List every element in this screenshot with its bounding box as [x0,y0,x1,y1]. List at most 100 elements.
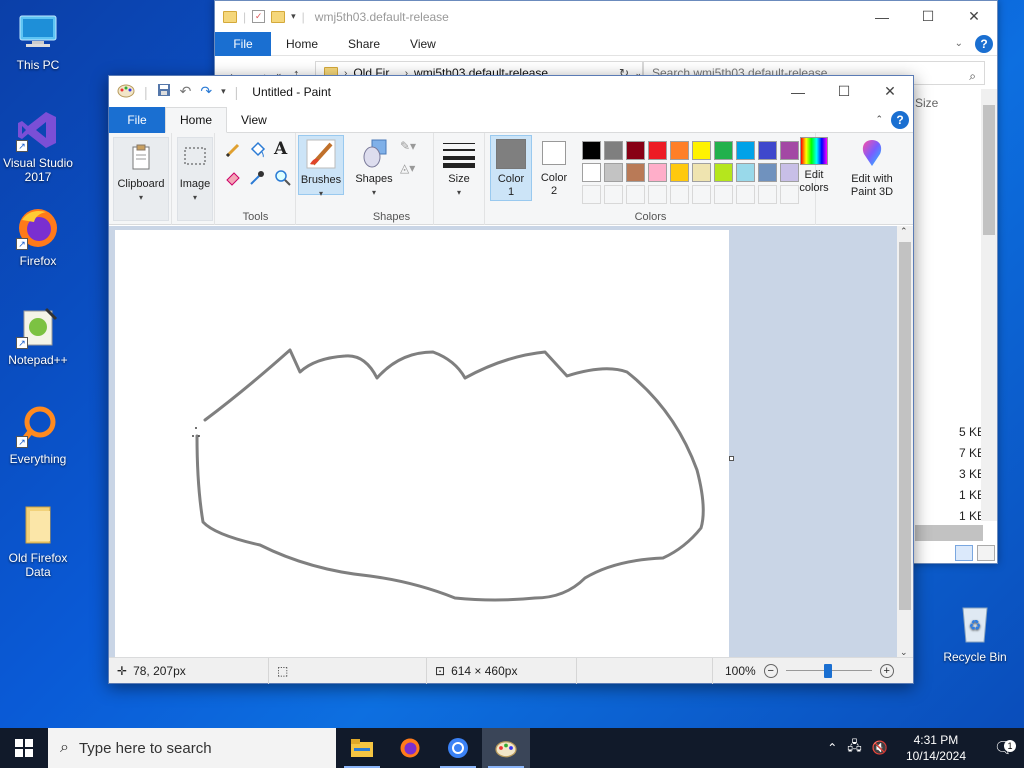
zoom-slider[interactable] [785,663,872,678]
tab-file[interactable]: File [109,106,165,133]
explorer-titlebar[interactable]: | ✓ ▾ | wmj5th03.default-release — ☐ ✕ [215,1,997,32]
desktop-icon-visual-studio[interactable]: ↗ Visual Studio 2017 [0,108,76,184]
color-swatch[interactable] [736,163,755,182]
shapes-button[interactable]: Shapes ▾ [354,135,394,197]
color-swatch[interactable] [736,141,755,160]
desktop-icon-old-firefox-data[interactable]: Old Firefox Data [0,503,76,579]
maximize-button[interactable]: ☐ [905,2,951,32]
text-tool-icon[interactable]: A [274,139,287,159]
color-swatch[interactable] [626,141,645,160]
volume-muted-icon[interactable]: 🔇 [872,740,888,756]
desktop-icon-recycle-bin[interactable]: ♻ Recycle Bin [937,602,1013,664]
minimize-button[interactable]: — [775,77,821,107]
custom-color-slot[interactable] [604,185,623,204]
taskbar-search-input[interactable]: ⌕ Type here to search [48,728,336,768]
color2-button[interactable]: Color 2 [534,135,574,201]
tab-file[interactable]: File [215,31,271,56]
scrollbar-thumb[interactable] [983,105,995,235]
color-swatch[interactable] [626,163,645,182]
taskbar-firefox[interactable] [386,728,434,768]
color-swatch[interactable] [670,141,689,160]
save-icon[interactable] [157,83,171,100]
custom-color-slot[interactable] [692,185,711,204]
zoom-out-icon[interactable]: − [763,663,778,678]
desktop-icon-firefox[interactable]: ↗ Firefox [0,206,76,268]
desktop-icon-notepadpp[interactable]: ↗ Notepad++ [0,305,76,367]
custom-color-slot[interactable] [714,185,733,204]
color-swatch[interactable] [582,163,601,182]
color-swatch[interactable] [758,141,777,160]
color-swatch[interactable] [670,163,689,182]
canvas-vertical-scrollbar[interactable]: ⌃ ⌄ [897,226,913,658]
properties-icon[interactable]: ✓ [252,10,266,23]
network-icon[interactable]: 🖧 [847,737,862,759]
taskbar-file-explorer[interactable] [338,728,386,768]
custom-color-slot[interactable] [670,185,689,204]
fill-icon[interactable]: ◬▾ [400,161,415,175]
details-view-icon[interactable] [955,545,973,561]
start-button[interactable] [0,728,48,768]
custom-color-slot[interactable] [758,185,777,204]
chevron-down-icon[interactable]: ⌄ [955,38,963,49]
customize-quick-access-icon[interactable]: ▾ [221,86,226,97]
customize-quick-access-icon[interactable]: ▾ [291,11,296,22]
paint-window[interactable]: | ↶ ↷ ▾ | Untitled - Paint — ☐ ✕ File Ho… [108,75,914,684]
taskbar-chrome[interactable] [434,728,482,768]
magnifier-icon[interactable] [274,169,292,190]
clipboard-button[interactable]: Clipboard ▾ [113,137,169,221]
explorer-horizontal-scrollbar[interactable] [915,525,983,541]
paint-titlebar[interactable]: | ↶ ↷ ▾ | Untitled - Paint — ☐ ✕ [109,76,913,107]
maximize-button[interactable]: ☐ [821,77,867,107]
tab-share[interactable]: Share [333,37,395,51]
color-picker-icon[interactable] [248,169,266,190]
color-swatch[interactable] [648,141,667,160]
drawing-canvas[interactable] [115,230,734,658]
color-swatch[interactable] [582,141,601,160]
close-button[interactable]: ✕ [867,77,913,107]
tab-home[interactable]: Home [271,37,333,51]
edit-with-paint3d-button[interactable]: Edit with Paint 3D [842,135,902,201]
redo-icon[interactable]: ↷ [200,83,212,100]
color-swatch[interactable] [758,163,777,182]
desktop-icon-everything[interactable]: ↗ Everything [0,404,76,466]
explorer-vertical-scrollbar[interactable] [981,89,997,521]
new-folder-icon[interactable] [271,10,286,23]
color1-button[interactable]: Color 1 [490,135,532,201]
outline-icon[interactable]: ✎▾ [400,139,416,153]
custom-color-slot[interactable] [648,185,667,204]
scroll-up-icon[interactable]: ⌃ [900,226,908,237]
zoom-slider-thumb[interactable] [823,663,832,678]
fill-bucket-icon[interactable] [248,141,266,162]
tab-view[interactable]: View [227,107,281,133]
clock[interactable]: 4:31 PM 10/14/2024 [906,732,966,764]
large-icons-view-icon[interactable] [977,545,995,561]
pencil-icon[interactable] [224,141,242,162]
custom-color-slot[interactable] [736,185,755,204]
help-icon[interactable]: ? [891,110,909,129]
chevron-up-icon[interactable]: ⌃ [827,741,837,755]
zoom-in-icon[interactable]: + [879,663,894,678]
size-button[interactable]: Size ▾ [439,135,479,197]
tab-view[interactable]: View [395,37,451,51]
desktop-icon-this-pc[interactable]: This PC [0,10,76,72]
color-swatch[interactable] [692,141,711,160]
close-button[interactable]: ✕ [951,2,997,32]
column-header-size[interactable]: Size [915,96,985,110]
color-swatch[interactable] [604,163,623,182]
minimize-button[interactable]: — [859,2,905,32]
action-center-button[interactable]: 🗨 1 [984,738,1024,758]
color-swatch[interactable] [604,141,623,160]
undo-icon[interactable]: ↶ [180,83,192,100]
color-swatch[interactable] [714,141,733,160]
color-swatch[interactable] [692,163,711,182]
scrollbar-thumb[interactable] [899,242,911,610]
brushes-button[interactable]: Brushes ▾ [298,135,344,198]
image-button[interactable]: Image ▾ [177,137,213,221]
edit-colors-button[interactable]: Edit colors [794,135,834,201]
color-swatch[interactable] [648,163,667,182]
taskbar-paint[interactable] [482,728,530,768]
color-swatch[interactable] [714,163,733,182]
canvas-resize-handle[interactable] [729,456,734,461]
custom-color-slot[interactable] [582,185,601,204]
help-icon[interactable]: ? [975,34,993,53]
